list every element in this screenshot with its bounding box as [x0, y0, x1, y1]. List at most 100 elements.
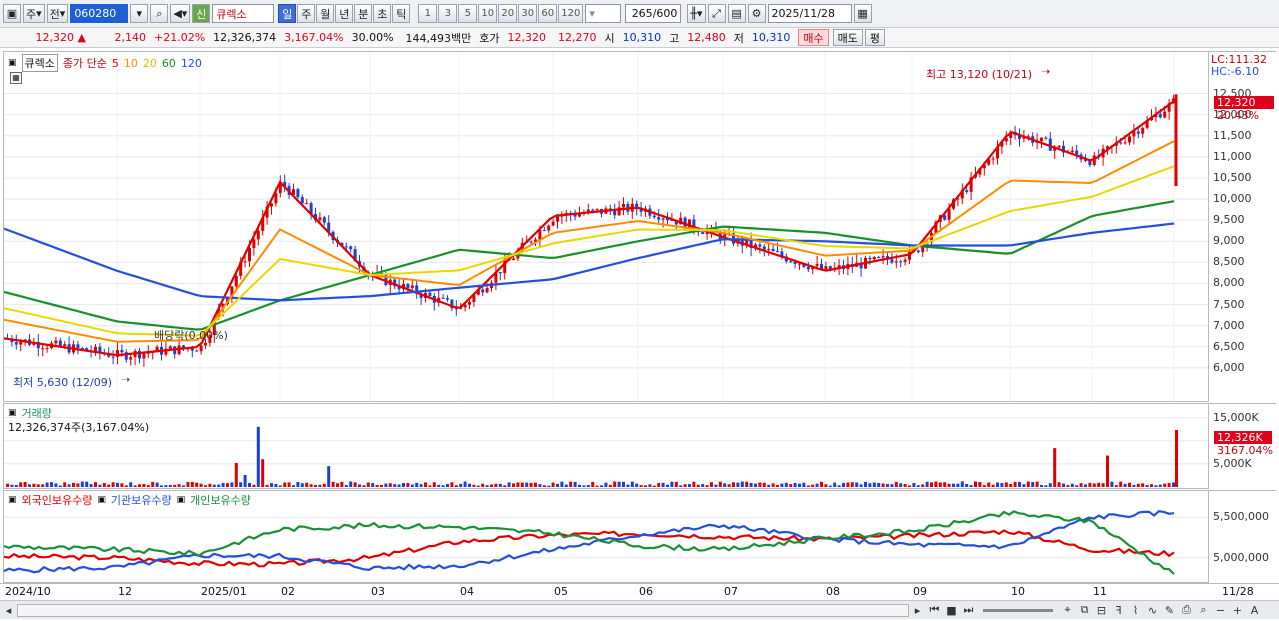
zoom-icon[interactable]: ⌕ [1195, 602, 1212, 619]
window-menu-icon[interactable]: ▣ [3, 4, 21, 23]
price-change-pct: +21.02% [154, 31, 206, 44]
stop-icon[interactable]: ■ [943, 602, 960, 619]
volume-bar [133, 485, 137, 487]
scroll-right-icon[interactable]: ▸ [909, 602, 926, 619]
volume-bar [1106, 455, 1109, 487]
interval-3[interactable]: 3 [438, 4, 458, 23]
turnover-rate: 30.00% [351, 31, 394, 44]
last-page-icon[interactable]: ⏭ [960, 602, 977, 619]
market-type-select[interactable]: 주 ▾ [23, 4, 45, 23]
volume-bar [582, 485, 586, 487]
trend-icon[interactable]: ⌇ [1127, 602, 1144, 619]
volume-bar [1128, 482, 1131, 487]
candle-body [406, 283, 410, 288]
volume-bar [771, 483, 775, 487]
period-tab-second[interactable]: 초 [373, 4, 392, 23]
prev-select[interactable]: 전 ▾ [46, 4, 69, 23]
scroll-left-icon[interactable]: ◂ [0, 602, 17, 619]
price-panel[interactable]: ▣ 큐렉소 종가 단순 5 10 20 60 120 ▦ 최고 13,120 (… [3, 51, 1209, 402]
candle-body [248, 248, 251, 262]
volume-bar [270, 483, 273, 487]
holdings-panel[interactable]: ▣ 외국인보유수량 ▣ 기관보유수량 ▣ 개인보유수량 [3, 490, 1209, 583]
candle-body [1070, 150, 1074, 152]
scroll-track[interactable] [17, 603, 909, 617]
zoom-in-icon[interactable]: + [1229, 602, 1246, 619]
line-tool-icon[interactable]: ⤢ [707, 4, 726, 23]
volume-bar [639, 485, 643, 487]
sell-button[interactable]: 매도 [832, 29, 863, 46]
copy-icon[interactable]: ⧉ [1076, 602, 1093, 619]
custom-interval-input[interactable]: ▾ [585, 4, 622, 23]
volume-bar [1150, 484, 1153, 487]
panel-menu-icon[interactable]: ▣ [8, 495, 17, 505]
candle-body [903, 259, 907, 262]
volume-bar [1167, 483, 1171, 487]
sound-icon[interactable]: ◀▾ [170, 4, 191, 23]
bottom-scrollbar[interactable]: ◂ ▸ ⏮ ■ ⏭ ⌖ ⧉ ⊟ ꟻ ⌇ ∿ ✎ ⎙ ⌕ − + A [0, 600, 1279, 619]
fibonacci-icon[interactable]: ꟻ [1110, 602, 1127, 619]
volume-bar [696, 484, 700, 487]
settings-icon[interactable]: ⚙ [747, 4, 766, 23]
calendar-icon[interactable]: ▦ [853, 4, 872, 23]
stock-name-field[interactable]: 큐렉소 [212, 4, 275, 23]
volume-bar [573, 481, 577, 487]
dividend-annotation: 배당락(0.00%) [154, 329, 228, 342]
code-dropdown-icon[interactable]: ▾ [130, 4, 149, 23]
x-axis-label: 2024/10 [5, 585, 51, 598]
volume-bar [1119, 481, 1123, 487]
interval-30[interactable]: 30 [518, 4, 538, 23]
volume-bar [886, 484, 889, 487]
draw-icon[interactable]: ✎ [1161, 602, 1178, 619]
volume-bar [674, 481, 678, 487]
candle-body [1128, 136, 1131, 143]
panel-menu-icon[interactable]: ▣ [8, 408, 17, 418]
interval-10[interactable]: 10 [478, 4, 498, 23]
volume-bar [371, 483, 375, 487]
count-input[interactable]: 265/600 [625, 4, 682, 23]
volume-bar [894, 481, 898, 487]
volume-bar [908, 485, 911, 487]
zoom-out-icon[interactable]: − [1212, 602, 1229, 619]
period-tab-minute[interactable]: 분 [354, 4, 373, 23]
interval-20[interactable]: 20 [498, 4, 518, 23]
volume-bar [542, 485, 546, 487]
interval-60[interactable]: 60 [538, 4, 558, 23]
volume-bar [520, 482, 524, 487]
volume-bar [626, 484, 630, 487]
open-label: 시 [604, 31, 615, 45]
print-icon[interactable]: ⎙ [1178, 602, 1195, 619]
interval-120[interactable]: 120 [558, 4, 584, 23]
zoom-slider[interactable] [983, 608, 1053, 612]
candle-body [657, 217, 661, 220]
candle-type-icon[interactable]: ╫▾ [687, 4, 706, 23]
panel-menu-icon[interactable]: ▣ [8, 58, 17, 68]
volume-bar [384, 483, 388, 487]
wave-icon[interactable]: ∿ [1144, 602, 1161, 619]
table-view-icon[interactable]: ▦ [10, 72, 22, 84]
volume-panel[interactable]: ▣ 거래량 12,326,374주(3,167.04%) [3, 403, 1209, 489]
flat-button[interactable]: 평 [864, 29, 886, 46]
ma-legend-20: 20 [142, 56, 157, 70]
volume-bar [560, 481, 564, 487]
volume-bar [19, 482, 23, 487]
period-tab-tick[interactable]: 틱 [392, 4, 411, 23]
font-icon[interactable]: A [1246, 602, 1263, 619]
volume-bar [155, 482, 159, 487]
save-icon[interactable]: ▤ [727, 4, 746, 23]
volume-bar [67, 484, 71, 487]
stock-code-input[interactable]: 060280 [70, 4, 129, 23]
volume-bar [1018, 481, 1021, 487]
date-input[interactable]: 2025/11/28 [767, 4, 852, 23]
period-tab-day[interactable]: 일 [278, 4, 297, 23]
split-icon[interactable]: ⊟ [1093, 602, 1110, 619]
buy-button[interactable]: 매수 [798, 29, 829, 46]
search-icon[interactable]: ⌕ [150, 4, 169, 23]
period-tab-year[interactable]: 년 [335, 4, 354, 23]
period-tab-week[interactable]: 주 [297, 4, 316, 23]
interval-5[interactable]: 5 [458, 4, 478, 23]
crosshair-icon[interactable]: ⌖ [1059, 602, 1076, 619]
period-tab-month[interactable]: 월 [316, 4, 335, 23]
volume-bar [358, 484, 361, 487]
first-page-icon[interactable]: ⏮ [926, 602, 943, 619]
interval-1[interactable]: 1 [418, 4, 438, 23]
